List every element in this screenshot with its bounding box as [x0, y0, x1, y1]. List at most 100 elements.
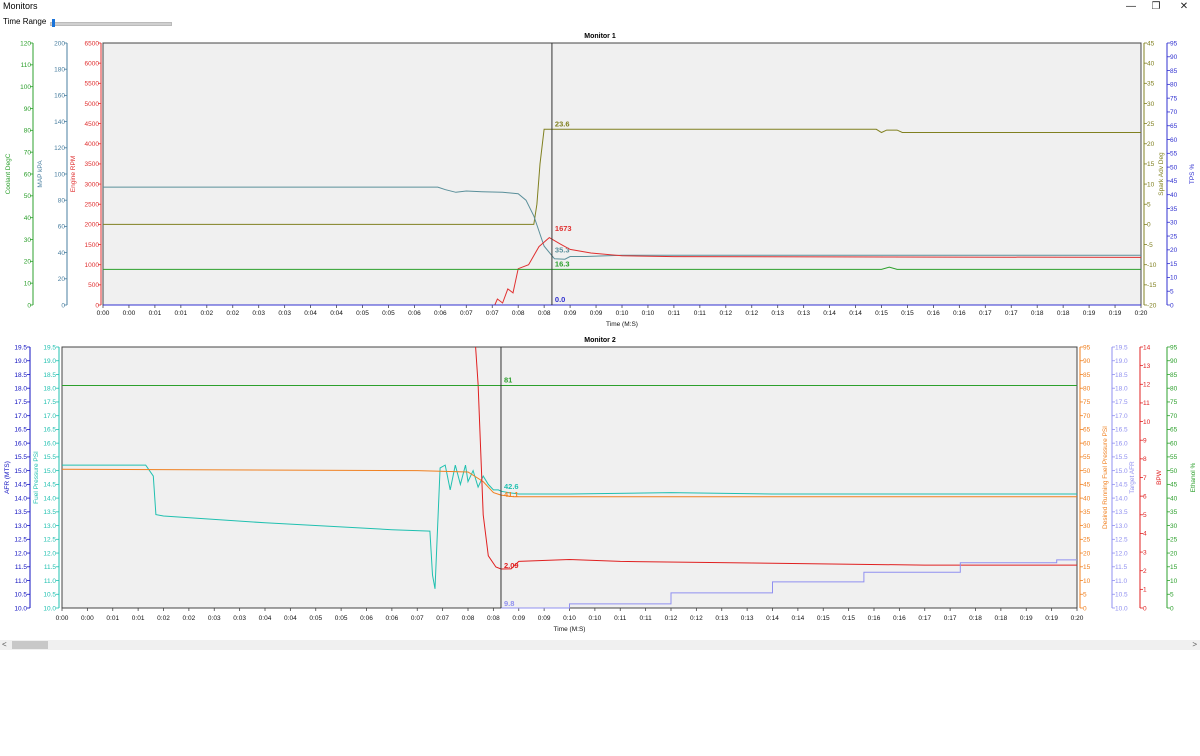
y-tick-label: 11.5	[44, 564, 57, 571]
y-tick-label: 13.5	[1115, 509, 1128, 516]
x-tick-label: 0:08	[487, 615, 500, 622]
y-axis-afr: 10.0 10.5 11.0 11.5 12.0 12.5 13.0 13.5 14.0 14.5…	[4, 344, 31, 612]
y-tick-label: 0	[1143, 605, 1147, 612]
y-axis-eth: 0 5 10 15 20 25 30 35 40 45 50 55 60 65 70 75 80 85 90 95 Et…	[1166, 344, 1197, 612]
x-tick-label: 0:07	[411, 615, 424, 622]
cursor-value-coolant: 16.3	[555, 259, 570, 268]
y-tick-label: 0	[1083, 605, 1087, 612]
horizontal-scrollbar[interactable]: < >	[0, 640, 1200, 650]
y-tick-label: 15	[1170, 564, 1178, 571]
y-tick-label: 75	[1170, 399, 1178, 406]
x-tick-label: 0:19	[1109, 310, 1122, 317]
y-tick-label: 16.0	[1115, 440, 1128, 447]
y-tick-label: 19.0	[14, 358, 27, 365]
cursor-value-rpm: 1673	[555, 224, 572, 233]
y-tick-label: 10.0	[43, 605, 56, 612]
y-tick-label: 9	[1143, 438, 1147, 445]
y-tick-label: 10.5	[1115, 592, 1128, 599]
x-tick-label: 0:03	[252, 310, 265, 317]
y-tick-label: 65	[1170, 123, 1178, 130]
x-tick-label: 0:10	[616, 310, 629, 317]
y-tick-label: 25	[1083, 537, 1091, 544]
y-tick-label: 35	[1170, 206, 1178, 213]
y-tick-label: 70	[1170, 413, 1178, 420]
y-tick-label: 0	[1170, 302, 1174, 309]
y-tick-label: 30	[1083, 523, 1091, 530]
y-tick-label: 4500	[85, 121, 100, 128]
y-axis-label: AFR (MTS)	[4, 461, 11, 494]
y-tick-label: 4000	[85, 141, 100, 148]
x-tick-label: 0:00	[123, 310, 136, 317]
x-tick-label: 0:18	[1057, 310, 1070, 317]
x-tick-label: 0:03	[233, 615, 246, 622]
y-tick-label: 8	[1143, 456, 1147, 463]
y-tick-label: 13.0	[1115, 523, 1128, 530]
x-tick-label: 0:00	[81, 615, 94, 622]
y-tick-label: 12.0	[14, 550, 27, 557]
scroll-left-icon[interactable]: <	[2, 640, 7, 650]
monitors-charts: Monitor 1 0:00 0:00 0:01 0:01 0:02 0:02 0:03 0:0…	[4, 33, 1197, 633]
close-button[interactable]: ✕	[1170, 0, 1198, 14]
x-tick-label: 0:06	[434, 310, 447, 317]
x-axis-label: Time (M:S)	[606, 321, 638, 328]
x-tick-label: 0:02	[157, 615, 170, 622]
y-tick-label: 12.5	[14, 537, 27, 544]
y-axis-label: MAP kPA	[37, 160, 44, 188]
x-tick-label: 0:15	[817, 615, 830, 622]
x-tick-label: 0:03	[208, 615, 221, 622]
y-axis-label: Desired Running Fuel Pressure PSI	[1102, 426, 1109, 529]
y-tick-label: 60	[58, 224, 66, 231]
time-range-label: Time Range	[3, 17, 47, 26]
scroll-right-icon[interactable]: >	[1192, 640, 1197, 650]
y-axis-rpm: 0 500 1000 1500 2000 2500 3000 3500 4000 4500 5000…	[70, 40, 102, 309]
y-tick-label: 80	[58, 198, 66, 205]
y-tick-label: 11.0	[15, 578, 28, 585]
cursor-value-tafr: 9.8	[504, 599, 514, 608]
maximize-button[interactable]: ❐	[1142, 0, 1170, 14]
y-tick-label: 2	[1143, 568, 1147, 575]
y-tick-label: 14.5	[14, 482, 27, 489]
x-tick-label: 0:07	[486, 310, 499, 317]
y-tick-label: 85	[1170, 68, 1178, 75]
x-tick-label: 0:19	[1045, 615, 1058, 622]
y-axis-fuelp: 10.0 10.5 11.0 11.5 12.0 12.5 13.0 13.5 14.0 14.5…	[33, 344, 60, 612]
y-tick-label: 2500	[85, 202, 100, 209]
x-tick-label: 0:12	[690, 615, 703, 622]
y-tick-label: 1000	[85, 262, 100, 269]
y-tick-label: 14.0	[14, 495, 27, 502]
y-tick-label: 70	[1083, 413, 1091, 420]
y-tick-label: 16.5	[43, 427, 56, 434]
x-tick-label: 0:07	[436, 615, 449, 622]
chart-title: Monitor 1	[584, 33, 616, 40]
y-tick-label: 10	[1170, 578, 1178, 585]
x-tick-label: 0:20	[1071, 615, 1084, 622]
x-tick-label: 0:04	[304, 310, 317, 317]
minimize-button[interactable]: —	[1117, 0, 1145, 14]
y-tick-label: 110	[21, 62, 32, 69]
x-tick-label: 0:02	[200, 310, 213, 317]
y-tick-label: 5000	[85, 101, 100, 108]
x-tick-label: 0:04	[259, 615, 272, 622]
x-tick-label: 0:13	[797, 310, 810, 317]
y-tick-label: 4	[1143, 531, 1147, 538]
y-tick-label: 13.0	[43, 523, 56, 530]
y-tick-label: 11.0	[44, 578, 57, 585]
x-tick-label: 0:16	[927, 310, 940, 317]
time-range-slider[interactable]	[50, 19, 172, 27]
x-tick-label: 0:09	[590, 310, 603, 317]
x-tick-label: 0:11	[668, 310, 681, 317]
y-tick-label: 35	[1147, 81, 1155, 88]
y-tick-label: 95	[1083, 344, 1091, 351]
x-tick-label: 0:05	[335, 615, 348, 622]
horizontal-scrollbar-thumb[interactable]	[12, 641, 48, 649]
x-tick-label: 0:07	[460, 310, 473, 317]
time-range-slider-track[interactable]	[50, 22, 172, 26]
cursor-value-spark: 23.6	[555, 119, 570, 128]
x-tick-label: 0:16	[953, 310, 966, 317]
y-tick-label: 65	[1083, 427, 1091, 434]
y-tick-label: 7	[1143, 475, 1147, 482]
y-tick-label: 50	[1083, 468, 1091, 475]
y-axis-label: Target AFR	[1129, 461, 1136, 494]
time-range-slider-thumb[interactable]	[52, 19, 56, 27]
x-tick-label: 0:01	[149, 310, 162, 317]
